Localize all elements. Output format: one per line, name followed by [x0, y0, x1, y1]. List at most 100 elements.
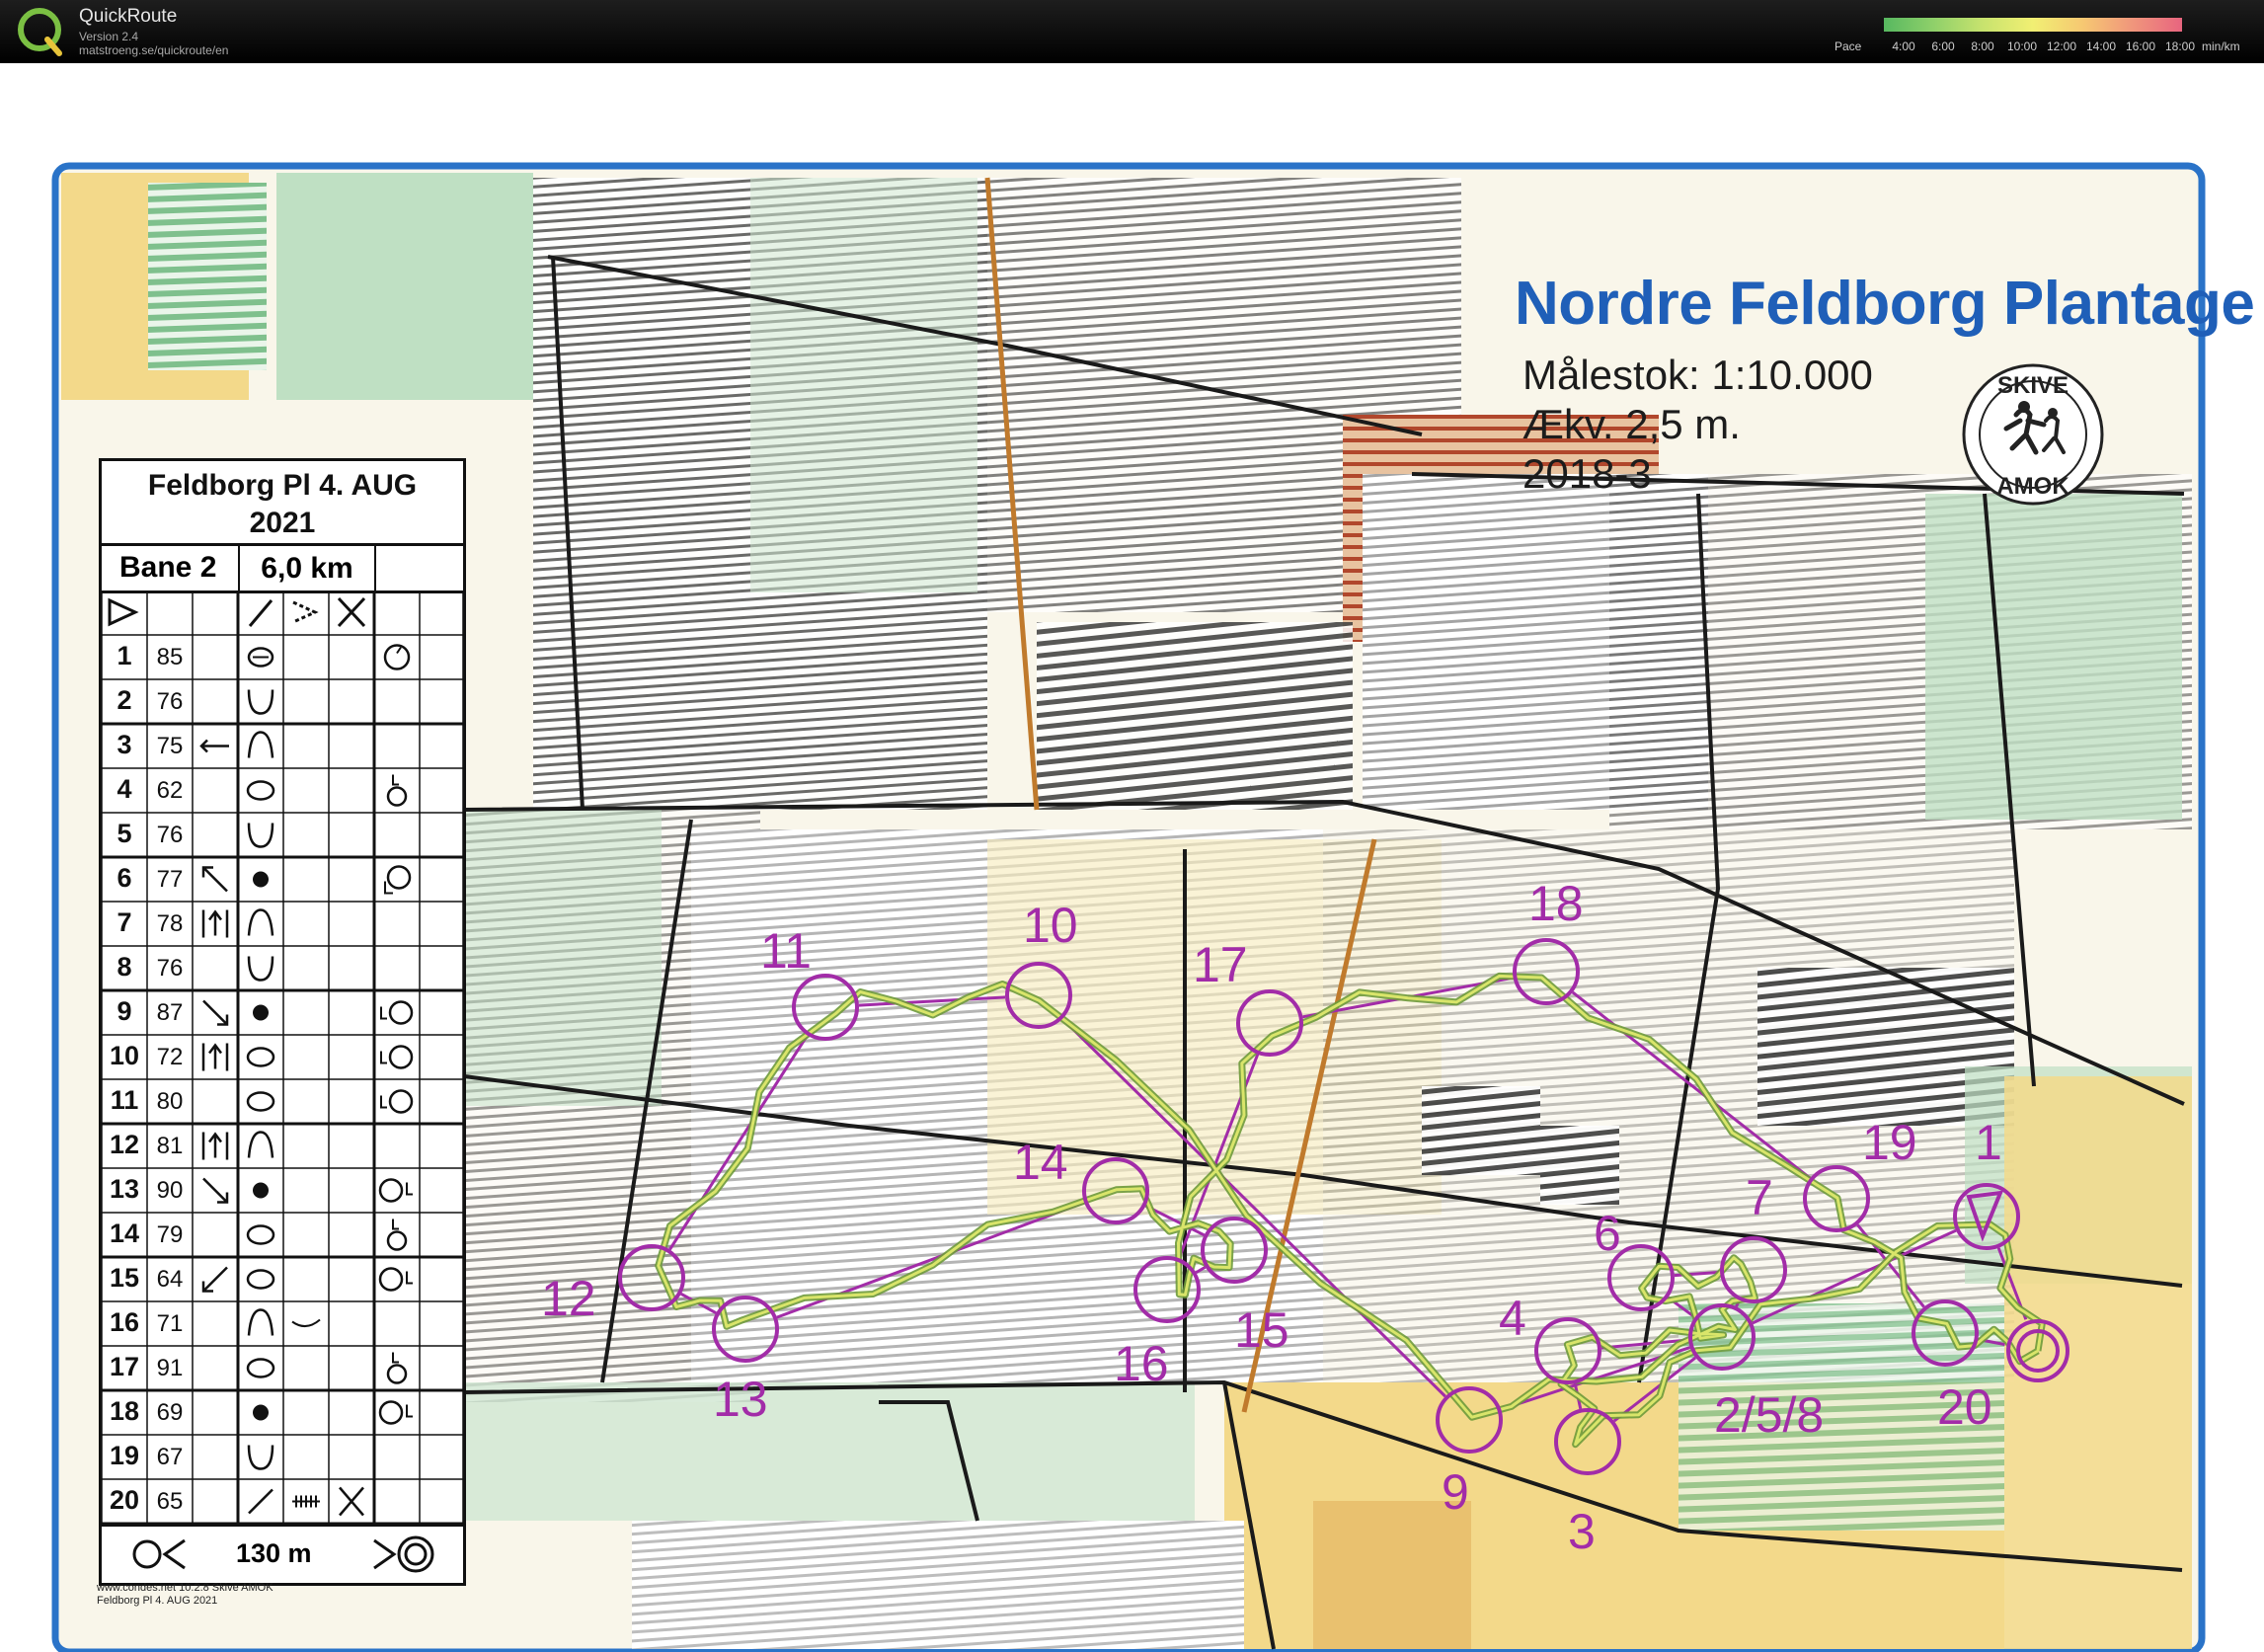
control-number-label: 1 — [1975, 1115, 2002, 1170]
control-number-label: 11 — [760, 923, 812, 979]
arrow-se-icon — [202, 1177, 229, 1204]
curve-icon — [291, 1318, 321, 1327]
cd-control-number: 3 — [117, 730, 132, 759]
lower-part-mark — [392, 774, 399, 786]
app-url[interactable]: matstroeng.se/quickroute/en — [79, 43, 228, 57]
cd-control-number: 9 — [117, 996, 132, 1026]
depression-icon — [247, 1445, 274, 1470]
cd-control-number: 16 — [109, 1307, 140, 1337]
corner-icon — [386, 865, 412, 890]
cd-course-length: 6,0 km — [238, 546, 376, 590]
app-title-bar: QuickRoute Version 2.4 matstroeng.se/qui… — [0, 0, 2264, 63]
knoll-icon — [247, 1308, 274, 1336]
cd-control-number: 18 — [109, 1396, 140, 1426]
cd-control-code: 76 — [156, 688, 184, 715]
orienteering-map[interactable]: Nordre Feldborg Plantage Målestok: 1:10.… — [0, 63, 2264, 1652]
position-ring-tick — [396, 646, 402, 655]
pace-label: Pace — [1835, 39, 1862, 53]
map-scale: Målestok: 1:10.000 — [1522, 352, 1873, 398]
boulder-icon — [253, 1004, 269, 1021]
pace-tick: 8:00 — [1971, 39, 1994, 53]
cd-control-number: 17 — [109, 1352, 140, 1381]
cd-control-number: 19 — [109, 1441, 140, 1470]
control-number-label: 18 — [1528, 876, 1584, 931]
pace-tick: 4:00 — [1892, 39, 1915, 53]
map-edition: 2018-3 — [1522, 450, 1652, 497]
cd-control-number: 1 — [117, 641, 132, 670]
thicket-icon — [246, 1358, 275, 1378]
app-name: QuickRoute — [79, 6, 178, 27]
between-icon — [201, 909, 229, 938]
cd-control-number: 5 — [117, 819, 132, 848]
boulder-icon — [253, 1182, 269, 1199]
cd-footer: www.condes.net 10.2.8 Skive AMOK Feldbor… — [97, 1582, 273, 1608]
pace-tick: 6:00 — [1931, 39, 1955, 53]
control-number-label: 12 — [541, 1271, 596, 1326]
control-number-label: 6 — [1594, 1206, 1621, 1261]
cd-course-row: Bane 2 6,0 km — [102, 546, 463, 593]
cd-control-code: 69 — [156, 1399, 184, 1426]
finish-icon — [373, 1535, 434, 1573]
east-side-mark — [406, 1182, 413, 1196]
cd-control-number: 14 — [109, 1219, 140, 1248]
control-number-label: 20 — [1937, 1379, 1992, 1435]
east-side-icon — [378, 1400, 404, 1425]
west-side-mark — [380, 1095, 387, 1109]
cd-control-code: 78 — [156, 910, 184, 937]
control-number-label: 17 — [1193, 937, 1248, 992]
cd-control-code: 90 — [156, 1177, 184, 1204]
control-number-label: 13 — [713, 1372, 768, 1427]
boulder-icon — [253, 1404, 269, 1421]
control-number-label: 9 — [1442, 1464, 1469, 1520]
pace-tick: 16:00 — [2125, 39, 2156, 53]
pace-tick: 14:00 — [2085, 39, 2117, 53]
cd-control-code: 76 — [156, 822, 184, 848]
pace-tick: 12:00 — [2046, 39, 2077, 53]
thicket-icon — [246, 1091, 275, 1112]
thicket-icon — [246, 1047, 275, 1067]
cd-control-code: 75 — [156, 733, 184, 759]
cd-control-code: 81 — [156, 1133, 184, 1159]
cross-icon — [339, 1486, 364, 1517]
cd-control-code: 71 — [156, 1310, 184, 1337]
cd-control-code: 91 — [156, 1355, 184, 1381]
club-logo-bottom: AMOK — [1996, 473, 2069, 500]
pace-gradient-bar — [1884, 18, 2182, 32]
cd-control-number: 20 — [109, 1485, 140, 1515]
east-side-icon — [378, 1267, 404, 1292]
cd-finish-row: 130 m — [102, 1524, 463, 1583]
cd-footer-line1: www.condes.net 10.2.8 Skive AMOK — [97, 1582, 273, 1594]
cd-control-code: 79 — [156, 1221, 184, 1248]
cd-control-number: 11 — [110, 1085, 139, 1115]
knoll-icon — [247, 1131, 274, 1158]
lower-part-icon — [386, 1230, 408, 1251]
depression-icon — [247, 956, 274, 982]
east-side-icon — [378, 1178, 404, 1203]
pace-legend: Pace 4:00 6:00 8:00 10:00 12:00 14:00 16:00 18:… — [1835, 14, 2249, 59]
cd-control-code: 64 — [156, 1266, 184, 1293]
thicket-icon — [246, 1269, 275, 1290]
cross-icon — [337, 596, 366, 628]
crossing-line-icon — [248, 599, 273, 627]
lower-part-icon — [386, 786, 408, 807]
west-side-icon — [388, 1045, 414, 1069]
boulder-icon — [253, 871, 269, 888]
west-side-icon — [388, 1000, 414, 1025]
club-logo-icon: SKIVE AMOK — [1962, 363, 2104, 506]
cd-control-number: 10 — [109, 1041, 140, 1070]
cd-control-code: 65 — [156, 1488, 184, 1515]
cd-control-code: 67 — [156, 1444, 184, 1470]
thicket-icon — [246, 780, 275, 801]
pace-tick: 10:00 — [2006, 39, 2038, 53]
cd-control-code: 76 — [156, 955, 184, 982]
cd-title-line1: Feldborg Pl 4. AUG — [147, 469, 418, 502]
pace-ticks: 4:00 6:00 8:00 10:00 12:00 14:00 16:00 18:00 — [1874, 39, 2195, 55]
map-title: Nordre Feldborg Plantage — [1515, 270, 2255, 338]
depression-icon — [247, 689, 274, 715]
east-side-mark — [406, 1271, 413, 1285]
cd-title: Feldborg Pl 4. AUG 2021 — [102, 461, 463, 546]
cd-control-number: 12 — [109, 1130, 140, 1159]
map-contour-interval: Ækv. 2,5 m. — [1522, 401, 1741, 447]
position-ring-icon — [383, 644, 411, 670]
knoll-icon — [247, 908, 274, 936]
